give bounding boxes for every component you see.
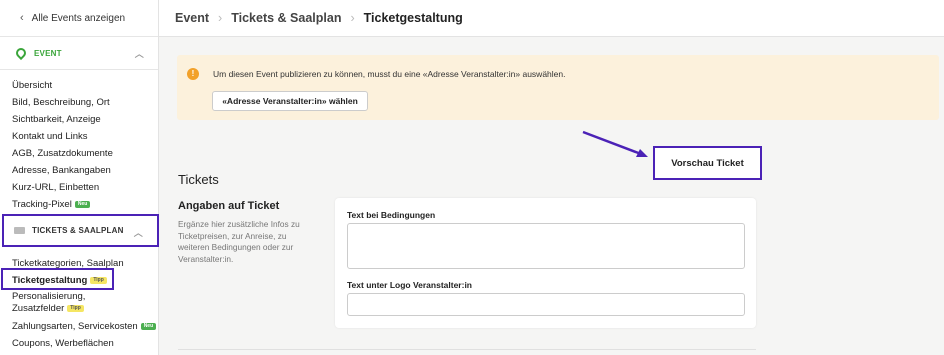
subsection-description: Ergänze hier zusätzliche Infos zu Ticket… [178,219,300,264]
conditions-label: Text bei Bedingungen [347,210,436,220]
divider [178,349,756,350]
logo-text-label: Text unter Logo Veranstalter:in [347,280,473,290]
preview-ticket-button[interactable]: Vorschau Ticket [653,146,762,180]
logo-text-input[interactable] [347,293,745,316]
subsection-title: Angaben auf Ticket [178,200,280,212]
section-title: Tickets [178,172,219,187]
ticket-fields-card: Text bei Bedingungen Text unter Logo Ver… [335,198,756,328]
conditions-textarea[interactable] [347,223,745,269]
